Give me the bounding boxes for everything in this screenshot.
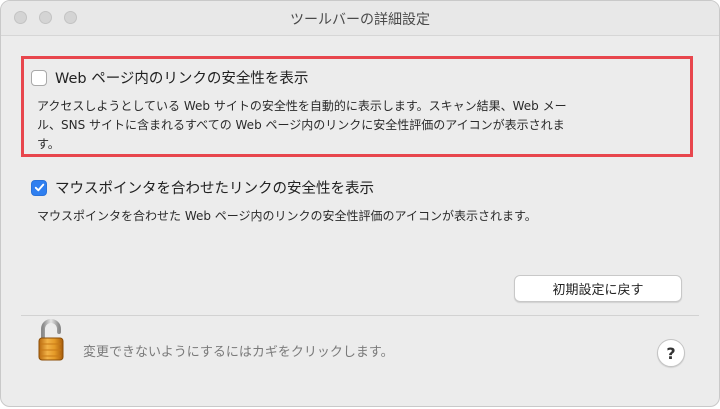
description-line: ル、SNS サイトに含まれるすべての Web ページ内のリンクに安全性評価のアイ… [37, 118, 565, 132]
window-title: ツールバーの詳細設定 [290, 12, 430, 28]
show-link-safety-checkbox[interactable] [31, 69, 47, 86]
reset-defaults-button[interactable]: 初期設定に戻す [514, 275, 682, 302]
description-line: アクセスしようとしている Web サイトの安全性を自動的に表示します。スキャン結… [37, 99, 567, 113]
title-bar: ツールバーの詳細設定 [1, 1, 719, 36]
checkmark-icon [34, 183, 44, 192]
hover-link-safety-label: マウスポインタを合わせたリンクの安全性を表示 [55, 181, 374, 197]
show-link-safety-description: アクセスしようとしている Web サイトの安全性を自動的に表示します。スキャン結… [37, 97, 567, 154]
show-link-safety-label: Web ページ内のリンクの安全性を表示 [55, 71, 309, 87]
hover-link-safety-description: マウスポインタを合わせた Web ページ内のリンクの安全性評価のアイコンが表示さ… [37, 209, 537, 223]
option-show-link-safety-row[interactable]: Web ページ内のリンクの安全性を表示 [31, 67, 308, 88]
padlock-open-icon[interactable] [37, 319, 67, 363]
hover-link-safety-checkbox[interactable] [31, 179, 47, 196]
dialog-window: ツールバーの詳細設定 Web ページ内のリンクの安全性を表示 アクセスしようとし… [0, 0, 720, 407]
lock-instruction-text: 変更できないようにするにはカギをクリックします。 [83, 345, 394, 360]
help-button[interactable]: ? [657, 339, 685, 367]
divider [21, 315, 699, 316]
description-line: す。 [37, 137, 60, 151]
option-hover-link-safety-row[interactable]: マウスポインタを合わせたリンクの安全性を表示 [31, 177, 374, 198]
